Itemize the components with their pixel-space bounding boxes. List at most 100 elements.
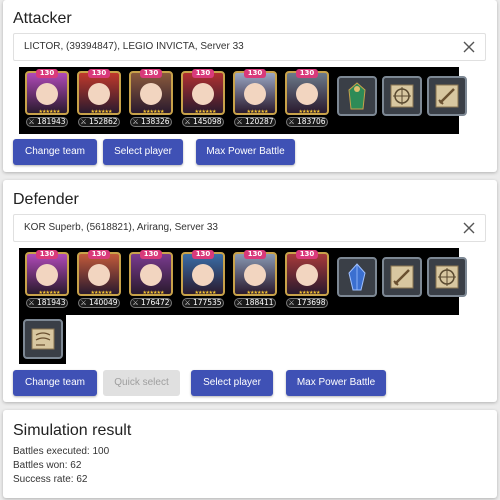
simulation-result-card: Simulation result Battles executed: 100 … <box>3 410 497 498</box>
hero-face-icon <box>140 264 162 286</box>
crossed-swords-icon: ⚔ <box>288 118 297 126</box>
hero-face-icon <box>296 264 318 286</box>
crossed-swords-icon: ⚔ <box>80 118 89 126</box>
defender-quick-select-button[interactable]: Quick select <box>103 370 180 396</box>
attacker-card: Attacker LICTOR, (39394847), LEGIO INVIC… <box>3 0 497 172</box>
hero-slot[interactable]: ★★★★★★ 130 ⚔ 181943 <box>25 250 69 308</box>
hero-face-icon <box>296 83 318 105</box>
hero-stars-icon: ★★★★★★ <box>246 290 269 296</box>
blue-crystal-icon[interactable] <box>337 257 377 297</box>
defender-select-player-button[interactable]: Select player <box>191 370 273 396</box>
hero-face-icon <box>192 83 214 105</box>
attacker-title: Attacker <box>13 10 72 27</box>
crossed-swords-icon: ⚔ <box>28 118 37 126</box>
hero-level-badge: 130 <box>244 250 266 259</box>
rune-compass-icon[interactable] <box>427 257 467 297</box>
hero-stars-icon: ★★★★★★ <box>142 109 165 115</box>
hero-power-label: ⚔ 177535 <box>182 298 224 308</box>
sword-scroll-icon[interactable] <box>382 257 422 297</box>
crossed-swords-icon: ⚔ <box>184 299 193 307</box>
attacker-player-value: LICTOR, (39394847), LEGIO INVICTA, Serve… <box>24 41 244 52</box>
attacker-select-player-button[interactable]: Select player <box>103 139 183 165</box>
hero-power-label: ⚔ 173698 <box>286 298 328 308</box>
hero-face-icon <box>88 264 110 286</box>
hero-slot[interactable]: ★★★★★★ 130 ⚔ 188411 <box>233 250 277 308</box>
defender-player-field[interactable]: KOR Superb, (5618821), Arirang, Server 3… <box>13 214 486 242</box>
hero-power-label: ⚔ 183706 <box>286 117 328 127</box>
crossed-swords-icon: ⚔ <box>132 118 141 126</box>
hero-power-value: 138326 <box>140 117 170 126</box>
hero-level-badge: 130 <box>296 69 318 78</box>
hero-power-value: 120287 <box>244 117 274 126</box>
hero-power-label: ⚔ 176472 <box>130 298 172 308</box>
crossed-swords-icon: ⚔ <box>236 118 245 126</box>
hero-stars-icon: ★★★★★★ <box>38 290 61 296</box>
hero-power-value: 173698 <box>296 298 326 307</box>
defender-max-power-battle-button[interactable]: Max Power Battle <box>286 370 386 396</box>
attacker-player-field[interactable]: LICTOR, (39394847), LEGIO INVICTA, Serve… <box>13 33 486 61</box>
hero-power-value: 181943 <box>36 117 66 126</box>
hero-power-value: 181943 <box>36 298 66 307</box>
hero-level-badge: 130 <box>140 69 162 78</box>
crossed-swords-icon: ⚔ <box>28 299 37 307</box>
hero-slot[interactable]: ★★★★★★ 130 ⚔ 176472 <box>129 250 173 308</box>
crossed-swords-icon: ⚔ <box>184 118 193 126</box>
green-cloak-icon[interactable] <box>337 76 377 116</box>
hero-face-icon <box>244 264 266 286</box>
hero-stars-icon: ★★★★★★ <box>90 109 113 115</box>
success-rate-text: Success rate: 62 <box>13 474 88 485</box>
battles-executed-text: Battles executed: 100 <box>13 446 110 457</box>
defender-player-value: KOR Superb, (5618821), Arirang, Server 3… <box>24 222 218 233</box>
defender-team-strip-overflow <box>19 315 66 364</box>
hero-face-icon <box>140 83 162 105</box>
scroll-map-icon[interactable] <box>23 319 63 359</box>
hero-face-icon <box>192 264 214 286</box>
hero-slot[interactable]: ★★★★★★ 130 ⚔ 145098 <box>181 69 225 127</box>
hero-slot[interactable]: ★★★★★★ 130 ⚔ 138326 <box>129 69 173 127</box>
crossed-swords-icon: ⚔ <box>80 299 89 307</box>
defender-card: Defender KOR Superb, (5618821), Arirang,… <box>3 180 497 402</box>
hero-level-badge: 130 <box>192 250 214 259</box>
hero-level-badge: 130 <box>244 69 266 78</box>
hero-face-icon <box>36 83 58 105</box>
hero-power-value: 177535 <box>192 298 222 307</box>
attacker-change-team-button[interactable]: Change team <box>13 139 97 165</box>
hero-slot[interactable]: ★★★★★★ 130 ⚔ 181943 <box>25 69 69 127</box>
hero-slot[interactable]: ★★★★★★ 130 ⚔ 140049 <box>77 250 121 308</box>
hero-level-badge: 130 <box>36 250 58 259</box>
hero-power-label: ⚔ 138326 <box>130 117 172 127</box>
hero-stars-icon: ★★★★★★ <box>298 290 321 296</box>
hero-level-badge: 130 <box>88 69 110 78</box>
rune-compass-icon[interactable] <box>382 76 422 116</box>
sword-scroll-icon[interactable] <box>427 76 467 116</box>
hero-power-label: ⚔ 145098 <box>182 117 224 127</box>
hero-power-label: ⚔ 152862 <box>78 117 120 127</box>
hero-face-icon <box>244 83 266 105</box>
defender-team-strip: ★★★★★★ 130 ⚔ 181943 ★★★★★★ 130 ⚔ 140049 ★★★★★★… <box>19 248 467 315</box>
clear-icon[interactable] <box>461 38 477 56</box>
hero-slot[interactable]: ★★★★★★ 130 ⚔ 183706 <box>285 69 329 127</box>
hero-power-value: 188411 <box>244 298 274 307</box>
hero-stars-icon: ★★★★★★ <box>90 290 113 296</box>
crossed-swords-icon: ⚔ <box>236 299 245 307</box>
defender-change-team-button[interactable]: Change team <box>13 370 97 396</box>
hero-slot[interactable]: ★★★★★★ 130 ⚔ 152862 <box>77 69 121 127</box>
hero-slot[interactable]: ★★★★★★ 130 ⚔ 120287 <box>233 69 277 127</box>
hero-stars-icon: ★★★★★★ <box>194 109 217 115</box>
hero-power-label: ⚔ 140049 <box>78 298 120 308</box>
hero-level-badge: 130 <box>88 250 110 259</box>
hero-slot[interactable]: ★★★★★★ 130 ⚔ 177535 <box>181 250 225 308</box>
hero-level-badge: 130 <box>36 69 58 78</box>
hero-level-badge: 130 <box>140 250 162 259</box>
hero-power-label: ⚔ 181943 <box>26 298 68 308</box>
hero-power-value: 140049 <box>88 298 118 307</box>
clear-icon[interactable] <box>461 219 477 237</box>
hero-level-badge: 130 <box>296 250 318 259</box>
hero-slot[interactable]: ★★★★★★ 130 ⚔ 173698 <box>285 250 329 308</box>
attacker-max-power-battle-button[interactable]: Max Power Battle <box>196 139 295 165</box>
hero-stars-icon: ★★★★★★ <box>298 109 321 115</box>
hero-face-icon <box>88 83 110 105</box>
simulation-result-title: Simulation result <box>13 422 132 439</box>
crossed-swords-icon: ⚔ <box>288 299 297 307</box>
hero-power-value: 176472 <box>140 298 170 307</box>
